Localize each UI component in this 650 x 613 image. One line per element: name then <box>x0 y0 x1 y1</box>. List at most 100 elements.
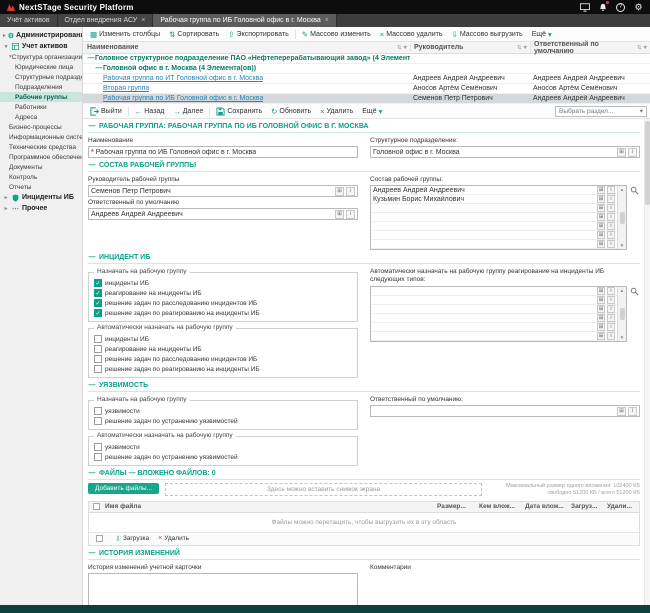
workgroup-link[interactable]: Рабочая группа по ИТ Головной офис в г. … <box>103 75 263 82</box>
scroll-thumb[interactable] <box>645 121 650 205</box>
sidebar-item-control[interactable]: Контроль <box>0 172 82 182</box>
collapse-icon[interactable]: — <box>88 550 96 557</box>
collapse-icon[interactable]: — <box>88 254 96 261</box>
column-header-responsible[interactable]: Ответственный по умолчанию⇅▼ <box>530 41 650 55</box>
info-icon[interactable]: i <box>346 210 355 219</box>
members-listbox[interactable]: Андреев Андрей Андреевич⊞i Кузьмин Борис… <box>370 185 627 250</box>
type-row[interactable]: ⊞i <box>371 332 617 341</box>
checkbox-vulnerabilities[interactable]: уязвимости <box>94 406 352 416</box>
picker-icon[interactable]: ⊞ <box>597 296 605 304</box>
picker-icon[interactable]: ⊞ <box>597 240 605 248</box>
help-icon[interactable]: ? <box>615 2 626 13</box>
sidebar-item-administration[interactable]: ▸⚙Администрирование <box>0 30 82 41</box>
picker-icon[interactable]: ⊞ <box>597 231 605 239</box>
info-icon[interactable]: i <box>607 296 615 304</box>
mass-download-button[interactable]: ⇩Массово выгрузить <box>448 29 527 40</box>
add-files-button[interactable]: Добавить файлы... <box>88 483 159 494</box>
filter-icon[interactable]: ▼ <box>403 45 408 51</box>
picker-icon[interactable]: ⊞ <box>597 204 605 212</box>
search-icon[interactable] <box>629 286 640 297</box>
close-icon[interactable]: × <box>325 17 329 24</box>
member-row[interactable]: ⊞i <box>371 240 617 249</box>
checkbox-response[interactable]: реагирование на инциденты ИБ <box>94 288 352 298</box>
info-icon[interactable]: i <box>607 314 615 322</box>
scroll-thumb[interactable] <box>620 308 625 320</box>
picker-icon[interactable]: ⊞ <box>597 222 605 230</box>
sidebar-item-information-systems[interactable]: Информационные системы <box>0 132 82 142</box>
checkbox-auto-response-tasks[interactable]: решение задач по реагированию на инциден… <box>94 364 352 374</box>
checkbox-auto-vuln-fix-tasks[interactable]: решение задач по устранению уязвимостей <box>94 452 352 462</box>
type-row[interactable]: ⊞i <box>371 305 617 314</box>
type-row[interactable]: ⊞i <box>371 323 617 332</box>
sort-icon[interactable]: ⇅ <box>517 45 522 51</box>
picker-icon[interactable]: ⊞ <box>597 314 605 322</box>
sidebar-item-documents[interactable]: Документы <box>0 162 82 172</box>
info-icon[interactable]: i <box>607 287 615 295</box>
table-row[interactable]: —Головной офис в г. Москва (4 Элемента(о… <box>83 64 650 74</box>
next-button[interactable]: →Далее <box>169 106 207 117</box>
card-history-textarea[interactable] <box>88 573 358 605</box>
member-row[interactable]: ⊞i <box>371 222 617 231</box>
paste-screenshot-area[interactable]: Здесь можно вставить снимок экрана <box>165 483 482 496</box>
name-input[interactable]: *Рабочая группа по ИБ Головной офис в г.… <box>88 146 358 158</box>
collapse-icon[interactable]: — <box>88 382 96 389</box>
sidebar-item-structural-units[interactable]: Структурные подразделения <box>0 72 82 82</box>
back-button[interactable]: ←Назад <box>131 106 169 117</box>
member-row[interactable]: ⊞i <box>371 231 617 240</box>
scroll-thumb[interactable] <box>620 212 625 224</box>
checkbox-vuln-fix-tasks[interactable]: решение задач по устранению уязвимостей <box>94 416 352 426</box>
sort-icon[interactable]: ⇅ <box>397 45 402 51</box>
collapse-icon[interactable]: — <box>95 65 103 72</box>
more-button[interactable]: Ещё▾ <box>358 106 386 117</box>
info-icon[interactable]: i <box>628 407 637 416</box>
sort-button[interactable]: ⇅Сортировать <box>165 29 223 40</box>
checkbox-incidents[interactable]: инциденты ИБ <box>94 278 352 288</box>
type-row[interactable]: ⊞i <box>371 314 617 323</box>
filter-icon[interactable]: ▼ <box>643 45 648 51</box>
sidebar-item-legal-entities[interactable]: Юридические лица <box>0 62 82 72</box>
tab-workgroup-ib[interactable]: Рабочая группа по ИБ Головной офис в г. … <box>153 14 337 27</box>
scroll-up-icon[interactable]: ▲ <box>620 187 624 192</box>
table-row[interactable]: —Головное структурное подразделение ПАО … <box>83 54 650 64</box>
column-size[interactable]: Размер... <box>435 503 477 510</box>
picker-icon[interactable]: ⊞ <box>597 305 605 313</box>
column-download[interactable]: Загруз... <box>569 503 605 510</box>
search-icon[interactable] <box>629 185 640 196</box>
picker-icon[interactable]: ⊞ <box>597 195 605 203</box>
type-row[interactable]: ⊞i <box>371 287 617 296</box>
sidebar-item-ib-incidents[interactable]: ▸Инциденты ИБ <box>0 192 82 203</box>
table-row[interactable]: Рабочая группа по ИТ Головной офис в г. … <box>83 74 650 84</box>
mass-edit-button[interactable]: ✎Массово изменить <box>298 29 375 40</box>
checkbox-auto-incidents[interactable]: инциденты ИБ <box>94 334 352 344</box>
type-row[interactable]: ⊞i <box>371 296 617 305</box>
checkbox-auto-vulnerabilities[interactable]: уязвимости <box>94 442 352 452</box>
delete-button[interactable]: ×Удалить <box>316 106 357 117</box>
column-header-manager[interactable]: Руководитель⇅▼ <box>410 44 530 51</box>
scrollbar[interactable]: ▲▼ <box>617 186 626 249</box>
picker-icon[interactable]: ⊞ <box>335 187 344 196</box>
sidebar-item-units[interactable]: Подразделения <box>0 82 82 92</box>
upload-button[interactable]: ⇩Загрузка <box>115 535 149 543</box>
more-button[interactable]: Ещё▾ <box>528 29 556 40</box>
files-dropzone[interactable]: Файлы можно перетащить, чтобы выгрузить … <box>89 513 639 533</box>
info-icon[interactable]: i <box>607 222 615 230</box>
sidebar-item-other[interactable]: ▸⋯Прочее <box>0 203 82 214</box>
mass-delete-button[interactable]: ×Массово удалить <box>376 29 447 40</box>
save-button[interactable]: Сохранить <box>212 106 266 117</box>
export-button[interactable]: ⇧Экспортировать <box>224 29 293 40</box>
collapse-icon[interactable]: — <box>88 123 96 130</box>
info-icon[interactable]: i <box>607 231 615 239</box>
checkbox-investigation-tasks[interactable]: решение задач по расследованию инциденто… <box>94 298 352 308</box>
scrollbar[interactable]: ▲▼ <box>617 287 626 341</box>
sidebar-item-software[interactable]: Программное обеспечение <box>0 152 82 162</box>
picker-icon[interactable]: ⊞ <box>335 210 344 219</box>
picker-icon[interactable]: ⊞ <box>597 287 605 295</box>
picker-icon[interactable]: ⊞ <box>597 323 605 331</box>
sidebar-item-business-processes[interactable]: Бизнес-процессы <box>0 122 82 132</box>
sidebar-item-addresses[interactable]: Адреса <box>0 112 82 122</box>
picker-icon[interactable]: ⊞ <box>597 186 605 194</box>
info-icon[interactable]: i <box>607 195 615 203</box>
change-columns-button[interactable]: ▦Изменить столбцы <box>86 29 164 40</box>
unit-input[interactable]: Головной офис в г. Москва⊞i <box>370 146 640 158</box>
info-icon[interactable]: i <box>607 204 615 212</box>
